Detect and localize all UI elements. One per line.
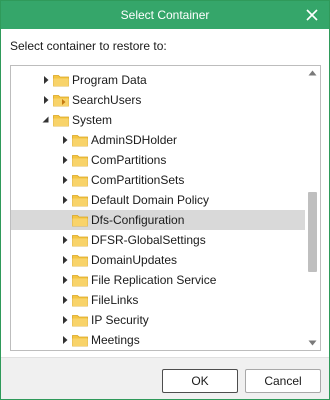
folder-icon xyxy=(72,155,88,167)
tree-item[interactable]: ComPartitionSets xyxy=(11,170,305,190)
folder-icon xyxy=(72,335,88,347)
tree-item-label: SearchUsers xyxy=(72,93,142,107)
tree-item-label: ComPartitionSets xyxy=(91,173,185,187)
collapsed-arrow-icon[interactable] xyxy=(60,275,70,285)
tree-item-label: Meetings xyxy=(91,333,140,347)
tree-item-label: File Replication Service xyxy=(91,273,217,287)
folder-icon xyxy=(72,195,88,207)
tree-item[interactable]: DFSR-GlobalSettings xyxy=(11,230,305,250)
close-button[interactable] xyxy=(301,4,323,26)
tree-item-label: AdminSDHolder xyxy=(91,133,178,147)
collapsed-arrow-icon[interactable] xyxy=(41,95,51,105)
tree-item-label: DFSR-GlobalSettings xyxy=(91,233,206,247)
vertical-scrollbar[interactable] xyxy=(305,66,320,350)
collapsed-arrow-icon[interactable] xyxy=(60,175,70,185)
tree-item[interactable]: AdminSDHolder xyxy=(11,130,305,150)
special-folder-icon xyxy=(53,95,69,107)
tree-item-label: Default Domain Policy xyxy=(91,193,210,207)
ok-button[interactable]: OK xyxy=(162,369,238,393)
collapsed-arrow-icon[interactable] xyxy=(60,315,70,325)
collapsed-arrow-icon[interactable] xyxy=(60,335,70,345)
tree-item[interactable]: Program Data xyxy=(11,70,305,90)
tree-item-label: System xyxy=(72,113,113,127)
tree-item[interactable]: ComPartitions xyxy=(11,150,305,170)
tree-item-label: FileLinks xyxy=(91,293,139,307)
folder-icon xyxy=(53,115,69,127)
tree-item-label: Dfs-Configuration xyxy=(91,213,185,227)
folder-icon xyxy=(72,175,88,187)
tree-item[interactable]: Default Domain Policy xyxy=(11,190,305,210)
close-icon xyxy=(306,9,318,21)
title-bar: Select Container xyxy=(1,1,329,29)
tree-item[interactable]: Dfs-Configuration xyxy=(11,210,305,230)
collapsed-arrow-icon[interactable] xyxy=(60,155,70,165)
tree-item[interactable]: Meetings xyxy=(11,330,305,350)
select-container-dialog: Select Container Select container to res… xyxy=(0,0,330,400)
folder-icon xyxy=(72,135,88,147)
tree-item[interactable]: DomainUpdates xyxy=(11,250,305,270)
scroll-down-icon[interactable] xyxy=(308,339,317,347)
folder-icon xyxy=(72,275,88,287)
collapsed-arrow-icon[interactable] xyxy=(60,255,70,265)
dialog-footer: OK Cancel xyxy=(1,357,329,399)
tree-item[interactable]: File Replication Service xyxy=(11,270,305,290)
collapsed-arrow-icon[interactable] xyxy=(60,195,70,205)
tree-item[interactable]: IP Security xyxy=(11,310,305,330)
tree-item-label: Program Data xyxy=(72,73,147,87)
tree-item-label: DomainUpdates xyxy=(91,253,178,267)
folder-icon xyxy=(53,75,69,87)
folder-icon xyxy=(72,235,88,247)
expanded-arrow-icon[interactable] xyxy=(41,115,51,125)
cancel-button[interactable]: Cancel xyxy=(245,369,321,393)
collapsed-arrow-icon[interactable] xyxy=(60,295,70,305)
collapsed-arrow-icon[interactable] xyxy=(60,235,70,245)
tree-item[interactable]: SearchUsers xyxy=(11,90,305,110)
folder-icon xyxy=(72,215,88,227)
tree-item-label: IP Security xyxy=(91,313,149,327)
folder-icon xyxy=(72,315,88,327)
folder-icon xyxy=(72,255,88,267)
instruction-text: Select container to restore to: xyxy=(10,39,167,53)
tree-item[interactable]: FileLinks xyxy=(11,290,305,310)
container-tree[interactable]: Program Data SearchUsers System AdminSDHold… xyxy=(10,65,321,351)
collapsed-arrow-icon[interactable] xyxy=(60,135,70,145)
tree-item-label: ComPartitions xyxy=(91,153,167,167)
scrollbar-thumb[interactable] xyxy=(308,192,317,272)
collapsed-arrow-icon[interactable] xyxy=(41,75,51,85)
tree-item[interactable]: System xyxy=(11,110,305,130)
scroll-up-icon[interactable] xyxy=(308,69,317,77)
dialog-title: Select Container xyxy=(120,8,210,22)
folder-icon xyxy=(72,295,88,307)
